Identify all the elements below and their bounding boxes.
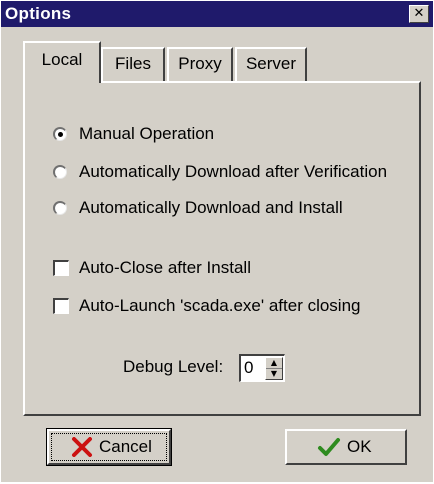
- radio-button[interactable]: [53, 127, 67, 141]
- tab-label: Local: [41, 50, 83, 69]
- radio-button[interactable]: [53, 165, 67, 179]
- checkbox[interactable]: [53, 260, 69, 276]
- radio-label: Automatically Download after Verificatio…: [79, 162, 388, 181]
- tab-local[interactable]: Local: [23, 41, 101, 83]
- tab-label: Server: [245, 54, 297, 73]
- radio-label: Automatically Download and Install: [79, 198, 343, 217]
- close-button[interactable]: ✕: [409, 5, 429, 23]
- tab-server[interactable]: Server: [235, 47, 307, 81]
- spin-up-icon[interactable]: ▲: [266, 358, 282, 368]
- green-check-icon: [317, 437, 341, 461]
- tab-proxy[interactable]: Proxy: [167, 47, 233, 81]
- close-icon: ✕: [413, 6, 425, 21]
- spin-down-icon[interactable]: ▼: [266, 368, 282, 379]
- spin-buttons: ▲ ▼: [265, 357, 283, 380]
- window-title: Options: [5, 4, 72, 23]
- radio-selected-dot: [58, 132, 63, 137]
- radio-button[interactable]: [53, 201, 67, 215]
- cancel-label: Cancel: [99, 437, 152, 456]
- debug-level-spinner[interactable]: 0 ▲ ▼: [239, 354, 285, 382]
- title-bar[interactable]: Options ✕: [1, 1, 433, 27]
- radio-label: Manual Operation: [79, 124, 215, 143]
- checkbox-label: Auto-Launch 'scada.exe' after closing: [79, 296, 361, 315]
- cancel-button[interactable]: Cancel: [46, 428, 172, 466]
- tab-label: Proxy: [178, 54, 222, 73]
- ok-label: OK: [347, 437, 372, 456]
- debug-level-value[interactable]: 0: [244, 358, 253, 378]
- checkbox[interactable]: [53, 298, 69, 314]
- checkbox-label: Auto-Close after Install: [79, 258, 251, 277]
- red-x-icon: [71, 437, 93, 461]
- tab-label: Files: [115, 54, 151, 73]
- options-dialog: Options ✕ Local Files Proxy Server Manua…: [0, 0, 434, 483]
- tab-files[interactable]: Files: [101, 47, 165, 81]
- ok-button[interactable]: OK: [285, 429, 407, 465]
